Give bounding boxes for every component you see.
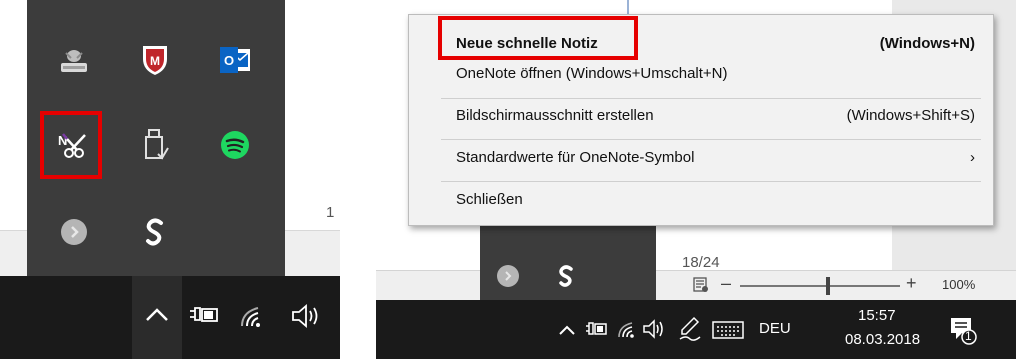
action-center-icon[interactable]: 1 [948,314,978,346]
menu-item-label: Schließen [456,191,523,208]
document-page-counter: 18/24 [682,254,720,271]
svg-text:M: M [150,54,160,68]
usb-drive-icon[interactable] [135,125,175,165]
chevron-up-icon [146,308,168,321]
zoom-out-button[interactable]: – [721,273,731,294]
gray-circle-app-icon[interactable] [54,212,94,252]
menu-item-label: Standardwerte für OneNote-Symbol [456,149,695,166]
spotify-icon[interactable] [215,125,255,165]
menu-item-close[interactable]: Schließen [409,191,993,213]
menu-item-screen-clipping[interactable]: Bildschirmausschnitt erstellen (Windows+… [409,107,993,129]
page-number: 1 [326,204,335,221]
volume-icon[interactable] [642,318,668,340]
menu-separator [441,181,981,182]
zoom-slider-thumb[interactable] [826,277,830,295]
menu-item-shortcut: (Windows+Shift+S) [846,107,975,124]
menu-item-highlight [438,16,638,60]
zoom-slider-track[interactable] [740,285,900,287]
menu-item-label: OneNote öffnen (Windows+Umschalt+N) [456,65,728,82]
menu-item-onenote-icon-defaults[interactable]: Standardwerte für OneNote-Symbol › [409,149,993,171]
outlook-icon[interactable]: O [215,40,255,80]
status-bar: – + 100% [376,270,1016,301]
view-layout-icon[interactable] [692,276,710,294]
pen-ink-icon[interactable] [678,316,702,342]
s-app-icon[interactable] [135,212,175,252]
tray-overflow-screenshot: 1 M O N [0,0,340,359]
clock-date[interactable]: 08.03.2018 [845,331,920,348]
zoom-percent[interactable]: 100% [942,277,975,292]
document-cursor-mark [627,0,629,14]
menu-item-open-onenote[interactable]: OneNote öffnen (Windows+Umschalt+N) [409,65,993,87]
printer-icon[interactable] [54,42,94,82]
clock-time[interactable]: 15:57 [858,307,896,324]
power-icon[interactable] [584,320,608,338]
keyboard-icon[interactable] [712,320,744,340]
menu-separator [441,98,981,99]
submenu-arrow-icon: › [970,149,975,166]
taskbar: DEU 15:57 08.03.2018 1 [376,300,1016,359]
zoom-in-button[interactable]: + [906,273,917,294]
notification-count: 1 [965,329,972,343]
chevron-up-icon[interactable] [558,324,576,336]
wifi-icon[interactable] [616,318,638,340]
volume-icon[interactable] [290,302,324,330]
show-hidden-icons-button[interactable] [132,276,182,359]
menu-item-label: Bildschirmausschnitt erstellen [456,107,654,124]
taskbar [0,276,340,359]
mcafee-icon[interactable]: M [135,40,175,80]
menu-separator [441,139,981,140]
gray-circle-app-icon[interactable] [488,256,528,296]
input-language[interactable]: DEU [759,320,791,337]
s-app-icon[interactable] [546,256,586,296]
svg-text:O: O [224,53,234,68]
context-menu-screenshot: 18/24 – + 100% DEU 15:57 08.03.2018 1 Ne… [376,0,1016,359]
wifi-icon[interactable] [238,302,268,330]
onenote-icon-highlight [40,111,102,179]
power-icon[interactable] [188,304,220,328]
menu-item-shortcut: (Windows+N) [879,35,975,52]
